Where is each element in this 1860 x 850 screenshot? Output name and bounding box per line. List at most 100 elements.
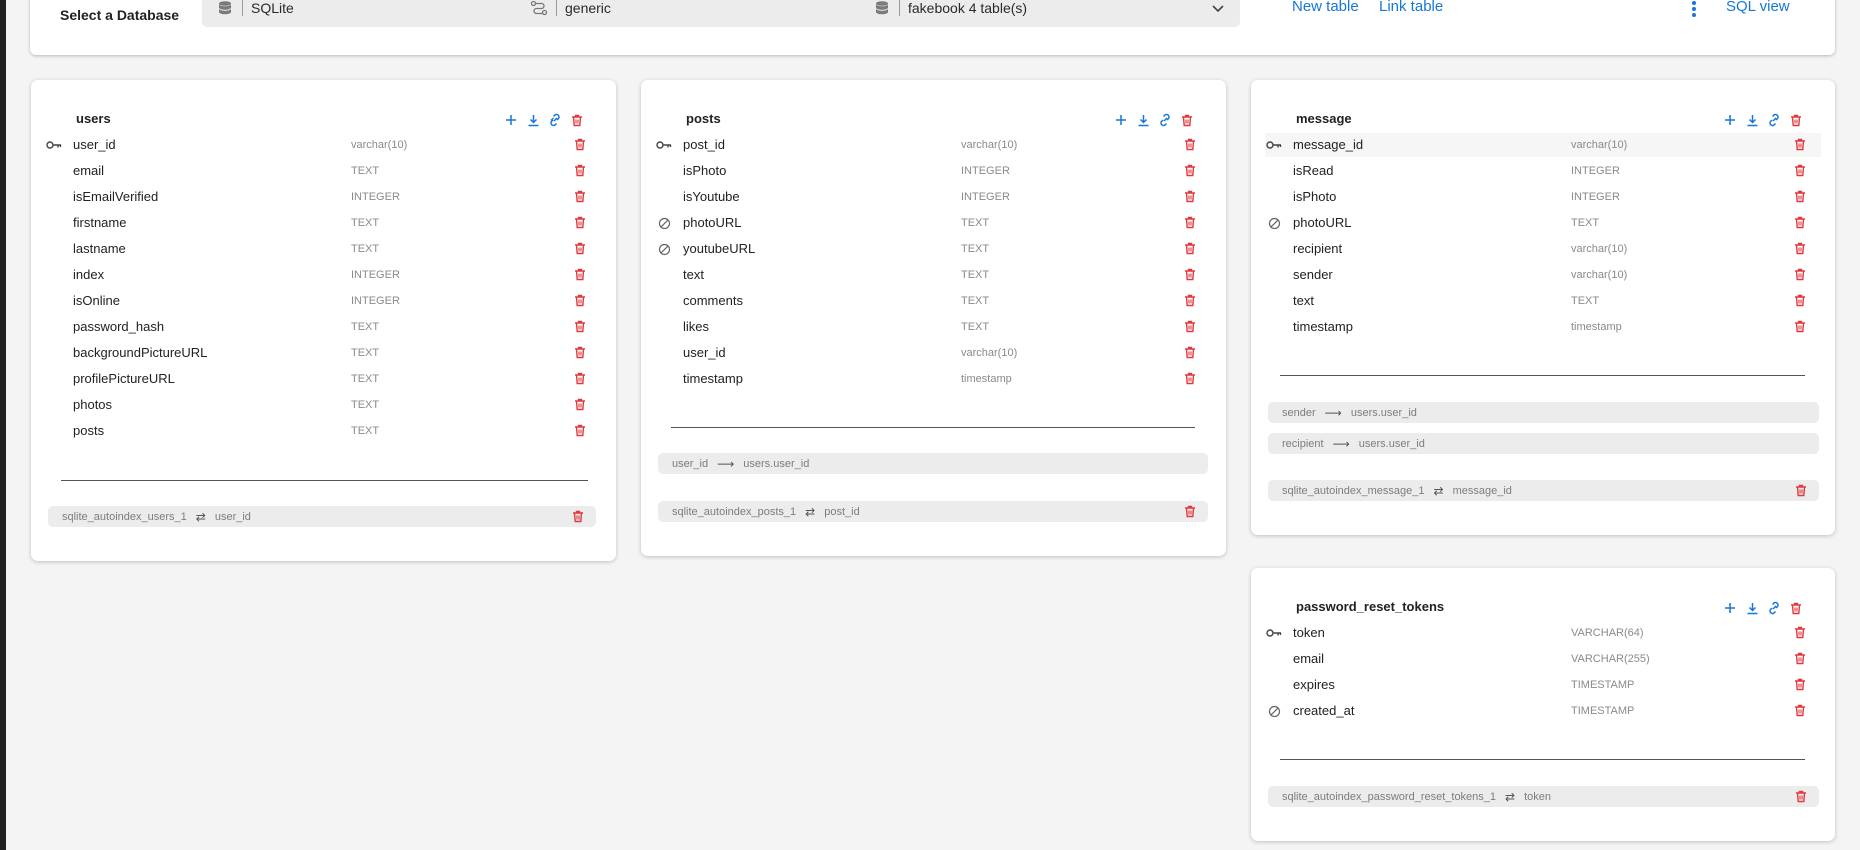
link-icon[interactable] <box>1766 112 1782 128</box>
field-row[interactable]: expires TIMESTAMP <box>1265 673 1821 697</box>
field-row[interactable]: token VARCHAR(64) <box>1265 621 1821 645</box>
field-row[interactable]: text TEXT <box>655 263 1212 287</box>
field-row[interactable]: post_id varchar(10) <box>655 133 1212 157</box>
schema-select[interactable]: generic <box>516 0 897 27</box>
add-field-icon[interactable] <box>1722 112 1738 128</box>
more-vertical-icon[interactable] <box>1689 0 1699 19</box>
delete-field-icon[interactable] <box>574 424 588 438</box>
relation-item[interactable]: user_id ⟶ users.user_id <box>658 453 1208 474</box>
new-table-button[interactable]: New table <box>1292 0 1359 15</box>
field-row[interactable]: timestamp timestamp <box>1265 315 1821 339</box>
delete-field-icon[interactable] <box>1794 704 1808 718</box>
trash-icon[interactable] <box>569 112 585 128</box>
index-item[interactable]: sqlite_autoindex_posts_1 ⇄ post_id <box>658 501 1208 522</box>
field-row[interactable]: likes TEXT <box>655 315 1212 339</box>
field-row[interactable]: posts TEXT <box>45 419 602 443</box>
diagram-select[interactable]: fakebook 4 table(s) <box>859 0 1240 27</box>
delete-field-icon[interactable] <box>1184 320 1198 334</box>
field-row[interactable]: email VARCHAR(255) <box>1265 647 1821 671</box>
delete-field-icon[interactable] <box>1794 190 1808 204</box>
table-card-message[interactable]: message message_id varchar(10) isRead INTEG… <box>1251 80 1835 535</box>
field-row[interactable]: lastname TEXT <box>45 237 602 261</box>
field-row[interactable]: email TEXT <box>45 159 602 183</box>
delete-field-icon[interactable] <box>1184 216 1198 230</box>
field-row[interactable]: photoURL TEXT <box>655 211 1212 235</box>
delete-field-icon[interactable] <box>1794 294 1808 308</box>
field-row[interactable]: profilePictureURL TEXT <box>45 367 602 391</box>
add-field-icon[interactable] <box>1722 600 1738 616</box>
field-row[interactable]: index INTEGER <box>45 263 602 287</box>
download-icon[interactable] <box>1744 112 1760 128</box>
delete-field-icon[interactable] <box>1794 268 1808 282</box>
delete-index-icon[interactable] <box>1795 790 1809 804</box>
delete-field-icon[interactable] <box>1184 372 1198 386</box>
field-row[interactable]: message_id varchar(10) <box>1265 133 1821 157</box>
field-row[interactable]: user_id varchar(10) <box>655 341 1212 365</box>
delete-index-icon[interactable] <box>572 510 586 524</box>
trash-icon[interactable] <box>1788 600 1804 616</box>
delete-field-icon[interactable] <box>574 398 588 412</box>
field-row[interactable]: youtubeURL TEXT <box>655 237 1212 261</box>
field-row[interactable]: user_id varchar(10) <box>45 133 602 157</box>
index-item[interactable]: sqlite_autoindex_users_1 ⇄ user_id <box>48 506 596 527</box>
delete-field-icon[interactable] <box>574 372 588 386</box>
field-row[interactable]: created_at TIMESTAMP <box>1265 699 1821 723</box>
delete-index-icon[interactable] <box>1795 484 1809 498</box>
delete-field-icon[interactable] <box>1794 626 1808 640</box>
field-row[interactable]: isPhoto INTEGER <box>1265 185 1821 209</box>
add-field-icon[interactable] <box>1113 112 1129 128</box>
delete-field-icon[interactable] <box>1794 320 1808 334</box>
delete-field-icon[interactable] <box>574 164 588 178</box>
delete-field-icon[interactable] <box>1184 294 1198 308</box>
field-row[interactable]: sender varchar(10) <box>1265 263 1821 287</box>
field-row[interactable]: text TEXT <box>1265 289 1821 313</box>
download-icon[interactable] <box>525 112 541 128</box>
field-row[interactable]: timestamp timestamp <box>655 367 1212 391</box>
field-row[interactable]: photos TEXT <box>45 393 602 417</box>
table-card-password-reset-tokens[interactable]: password_reset_tokens token VARCHAR(64) em… <box>1251 568 1835 841</box>
delete-field-icon[interactable] <box>1794 678 1808 692</box>
field-row[interactable]: comments TEXT <box>655 289 1212 313</box>
field-row[interactable]: password_hash TEXT <box>45 315 602 339</box>
delete-index-icon[interactable] <box>1184 505 1198 519</box>
relation-item[interactable]: recipient ⟶ users.user_id <box>1268 433 1819 454</box>
trash-icon[interactable] <box>1179 112 1195 128</box>
link-icon[interactable] <box>1766 600 1782 616</box>
delete-field-icon[interactable] <box>1794 242 1808 256</box>
field-row[interactable]: isOnline INTEGER <box>45 289 602 313</box>
delete-field-icon[interactable] <box>574 138 588 152</box>
sql-view-button[interactable]: SQL view <box>1726 0 1790 15</box>
delete-field-icon[interactable] <box>1794 164 1808 178</box>
delete-field-icon[interactable] <box>1184 346 1198 360</box>
delete-field-icon[interactable] <box>574 346 588 360</box>
index-item[interactable]: sqlite_autoindex_password_reset_tokens_1… <box>1268 786 1819 807</box>
field-row[interactable]: isYoutube INTEGER <box>655 185 1212 209</box>
delete-field-icon[interactable] <box>1184 138 1198 152</box>
delete-field-icon[interactable] <box>574 268 588 282</box>
delete-field-icon[interactable] <box>1794 216 1808 230</box>
link-icon[interactable] <box>1157 112 1173 128</box>
delete-field-icon[interactable] <box>574 320 588 334</box>
table-card-users[interactable]: users user_id varchar(10) email TEXT isEmail… <box>31 80 616 561</box>
delete-field-icon[interactable] <box>1184 268 1198 282</box>
delete-field-icon[interactable] <box>1184 242 1198 256</box>
delete-field-icon[interactable] <box>574 294 588 308</box>
link-icon[interactable] <box>547 112 563 128</box>
delete-field-icon[interactable] <box>1794 652 1808 666</box>
field-row[interactable]: isEmailVerified INTEGER <box>45 185 602 209</box>
delete-field-icon[interactable] <box>574 216 588 230</box>
field-row[interactable]: backgroundPictureURL TEXT <box>45 341 602 365</box>
field-row[interactable]: recipient varchar(10) <box>1265 237 1821 261</box>
delete-field-icon[interactable] <box>1184 190 1198 204</box>
download-icon[interactable] <box>1135 112 1151 128</box>
add-field-icon[interactable] <box>503 112 519 128</box>
link-table-button[interactable]: Link table <box>1379 0 1443 15</box>
delete-field-icon[interactable] <box>574 190 588 204</box>
field-row[interactable]: photoURL TEXT <box>1265 211 1821 235</box>
table-card-posts[interactable]: posts post_id varchar(10) isPhoto INTEGER is… <box>641 80 1226 556</box>
delete-field-icon[interactable] <box>574 242 588 256</box>
field-row[interactable]: firstname TEXT <box>45 211 602 235</box>
delete-field-icon[interactable] <box>1184 164 1198 178</box>
download-icon[interactable] <box>1744 600 1760 616</box>
field-row[interactable]: isRead INTEGER <box>1265 159 1821 183</box>
